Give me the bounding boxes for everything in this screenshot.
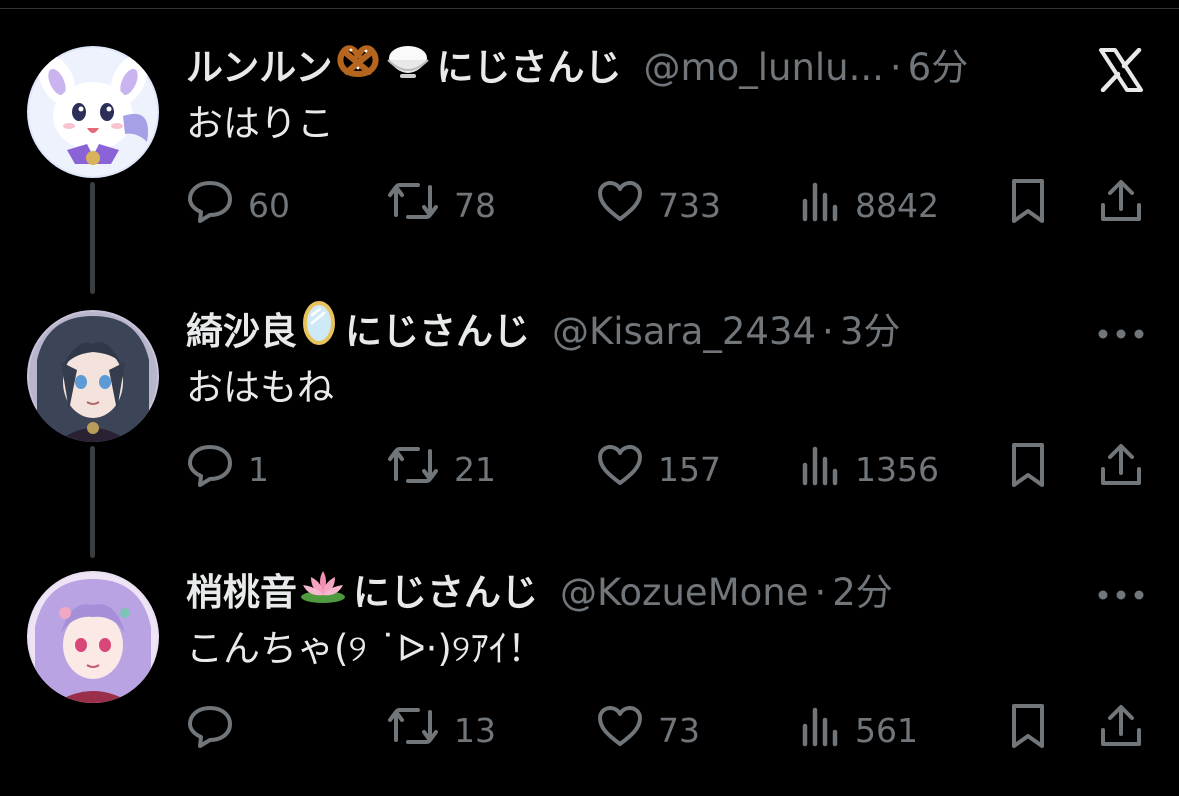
- views-button[interactable]: 561: [801, 703, 918, 757]
- reply-icon: [186, 704, 234, 756]
- display-name[interactable]: ルンルン: [186, 40, 333, 96]
- heart-icon: [596, 179, 644, 231]
- bookmark-icon: [1008, 702, 1048, 758]
- avatar[interactable]: [27, 571, 159, 703]
- lotus-emoji: [299, 565, 347, 621]
- pretzel-emoji: [335, 40, 381, 96]
- user-handle[interactable]: @KozueMone: [560, 565, 808, 621]
- share-icon: [1098, 177, 1144, 233]
- tweet-header: ルンルン にじさんじ @mo_lunlu... · 6分: [186, 40, 968, 96]
- retweet-icon: [386, 179, 440, 231]
- like-count: 157: [658, 449, 721, 489]
- retweet-count: 21: [454, 449, 496, 489]
- bookmark-button[interactable]: [1008, 178, 1048, 232]
- action-bar: 1 21 157 1356: [186, 442, 1156, 496]
- reply-button[interactable]: 1: [186, 442, 269, 496]
- share-button[interactable]: [1098, 703, 1144, 757]
- bookmark-icon: [1008, 441, 1048, 497]
- tweet-text: こんちゃ(୨ ˙ᐅ·)୨ｱｲ！: [186, 627, 545, 670]
- display-name[interactable]: 綺沙良: [186, 304, 297, 360]
- views-icon: [801, 443, 841, 495]
- view-count: 1356: [855, 449, 939, 489]
- action-bar: 60 78 733 8842: [186, 178, 1156, 232]
- retweet-icon: [386, 704, 440, 756]
- affiliation-label: にじさんじ: [436, 46, 622, 89]
- tweet-header: 綺沙良 にじさんじ @Kisara_2434 · 3分: [186, 301, 901, 363]
- heart-icon: [596, 443, 644, 495]
- like-button[interactable]: 157: [596, 442, 721, 496]
- like-button[interactable]: 733: [596, 178, 721, 232]
- display-name[interactable]: 梢桃音: [186, 565, 297, 621]
- tweet[interactable]: 梢桃音 にじさんじ @KozueMone · 2分 こんちゃ(୨ ˙ᐅ·)୨ｱｲ…: [0, 549, 1179, 796]
- avatar[interactable]: [27, 46, 159, 178]
- tweet[interactable]: 綺沙良 にじさんじ @Kisara_2434 · 3分 おはもね 1 21 15…: [0, 288, 1179, 548]
- timeline: ルンルン にじさんじ @mo_lunlu... · 6分 おはりこ 60 78 …: [0, 0, 1179, 796]
- x-logo-icon[interactable]: [1093, 46, 1149, 94]
- tweet-header: 梢桃音 にじさんじ @KozueMone · 2分: [186, 565, 893, 621]
- rice-bowl-emoji: [385, 40, 431, 96]
- views-icon: [801, 179, 841, 231]
- views-button[interactable]: 8842: [801, 178, 939, 232]
- user-handle[interactable]: @Kisara_2434: [552, 304, 816, 360]
- reply-count: 60: [248, 185, 290, 225]
- retweet-icon: [386, 443, 440, 495]
- heart-icon: [596, 704, 644, 756]
- retweet-count: 13: [454, 710, 496, 750]
- timestamp[interactable]: 3分: [840, 304, 901, 360]
- view-count: 561: [855, 710, 918, 750]
- mirror-emoji: [299, 301, 339, 363]
- divider: [0, 8, 1179, 9]
- reply-button[interactable]: [186, 703, 248, 757]
- views-icon: [801, 704, 841, 756]
- retweet-button[interactable]: 78: [386, 178, 496, 232]
- reply-icon: [186, 443, 234, 495]
- avatar[interactable]: [27, 310, 159, 442]
- bookmark-icon: [1008, 177, 1048, 233]
- share-button[interactable]: [1098, 442, 1144, 496]
- timestamp[interactable]: 6分: [908, 40, 969, 96]
- retweet-button[interactable]: 13: [386, 703, 496, 757]
- bookmark-button[interactable]: [1008, 703, 1048, 757]
- tweet-text: おはもね: [186, 366, 334, 409]
- separator-dot: ·: [889, 46, 902, 89]
- like-count: 73: [658, 710, 700, 750]
- separator-dot: ·: [822, 310, 834, 353]
- affiliation-label: にじさんじ: [353, 571, 538, 614]
- like-button[interactable]: 73: [596, 703, 700, 757]
- share-icon: [1098, 702, 1144, 758]
- retweet-button[interactable]: 21: [386, 442, 496, 496]
- views-button[interactable]: 1356: [801, 442, 939, 496]
- retweet-count: 78: [454, 185, 496, 225]
- reply-button[interactable]: 60: [186, 178, 290, 232]
- like-count: 733: [658, 185, 721, 225]
- user-handle[interactable]: @mo_lunlu...: [644, 40, 884, 96]
- view-count: 8842: [855, 185, 939, 225]
- separator-dot: ·: [814, 571, 827, 614]
- more-icon[interactable]: [1093, 571, 1149, 619]
- affiliation-label: にじさんじ: [345, 310, 530, 353]
- action-bar: 13 73 561: [186, 703, 1156, 757]
- share-button[interactable]: [1098, 178, 1144, 232]
- tweet[interactable]: ルンルン にじさんじ @mo_lunlu... · 6分 おはりこ 60 78 …: [0, 24, 1179, 284]
- reply-icon: [186, 179, 234, 231]
- share-icon: [1098, 441, 1144, 497]
- more-icon[interactable]: [1093, 310, 1149, 358]
- bookmark-button[interactable]: [1008, 442, 1048, 496]
- reply-count: 1: [248, 449, 269, 489]
- tweet-text: おはりこ: [186, 102, 334, 145]
- timestamp[interactable]: 2分: [832, 565, 893, 621]
